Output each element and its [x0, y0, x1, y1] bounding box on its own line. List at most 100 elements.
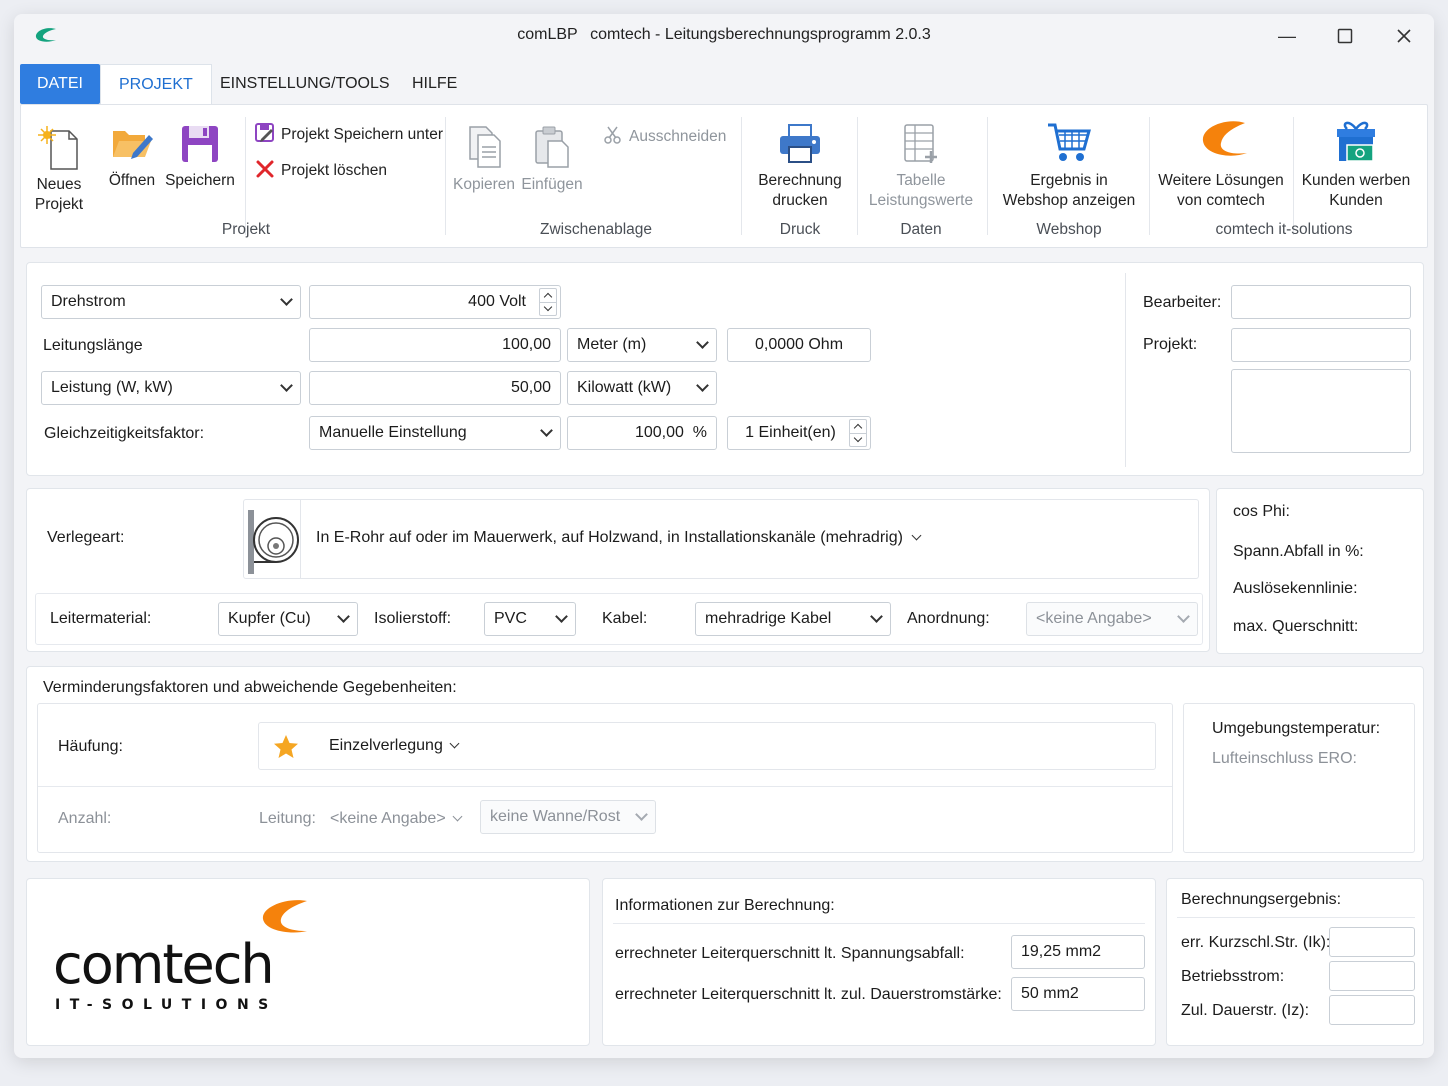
- continuous-current-output: [1329, 995, 1415, 1025]
- tab-datei[interactable]: DATEI: [20, 64, 100, 104]
- simultaneity-percent-input[interactable]: 100,00 %: [567, 416, 717, 450]
- current-type-select[interactable]: Drehstrom: [41, 285, 301, 319]
- grouping-value: Einzelverlegung: [329, 737, 443, 754]
- menu-bar: DATEI PROJEKT EINSTELLUNG/TOOLS HILFE: [20, 62, 1420, 106]
- reduction-factors-title: Verminderungsfaktoren und abweichende Ge…: [43, 679, 457, 696]
- floppy-disk-icon: [182, 126, 218, 162]
- print-label-1: Berechnung: [758, 172, 842, 189]
- table-performance-button[interactable]: Tabelle Leistungswerte: [863, 123, 979, 211]
- more-solutions-label-2: von comtech: [1177, 192, 1265, 209]
- app-short-name: comLBP: [517, 26, 578, 43]
- tab-einstellung-tools[interactable]: EINSTELLUNG/TOOLS: [202, 64, 408, 104]
- cross-section-current-label: errechneter Leiterquerschnitt lt. zul. D…: [615, 986, 1002, 1003]
- open-button[interactable]: Öffnen: [101, 123, 163, 191]
- voltage-spinner[interactable]: [539, 288, 557, 316]
- conductor-material-select[interactable]: Kupfer (Cu): [218, 602, 358, 636]
- tab-projekt[interactable]: PROJEKT: [100, 64, 212, 106]
- grouping-text: Einzelverlegung: [329, 737, 460, 755]
- installation-type-select[interactable]: In E-Rohr auf oder im Mauerwerk, auf Hol…: [243, 499, 1199, 579]
- editor-label: Bearbeiter:: [1143, 294, 1222, 311]
- installation-panel: Verlegeart: In E-Rohr auf oder im Mauerw…: [26, 488, 1210, 652]
- group-label-daten: Daten: [900, 221, 942, 238]
- calculation-result-panel: Berechnungsergebnis: err. Kurzschl.Str. …: [1166, 878, 1424, 1046]
- new-project-label-2: Projekt: [34, 196, 84, 213]
- cut-button[interactable]: Ausschneiden: [603, 125, 726, 146]
- webshop-button[interactable]: Ergebnis in Webshop anzeigen: [995, 121, 1143, 211]
- installation-type-value: In E-Rohr auf oder im Mauerwerk, auf Hol…: [316, 529, 903, 546]
- arrangement-select[interactable]: <keine Angabe>: [1026, 602, 1198, 636]
- simultaneity-mode-value: Manuelle Einstellung: [319, 424, 467, 441]
- paste-button[interactable]: Einfügen: [521, 125, 583, 195]
- cable-select[interactable]: mehradrige Kabel: [695, 602, 891, 636]
- short-circuit-label: err. Kurzschl.Str. (Ik):: [1181, 934, 1331, 951]
- maximize-icon[interactable]: [1332, 24, 1358, 48]
- project-input[interactable]: [1231, 328, 1411, 362]
- group-label-webshop: Webshop: [1036, 221, 1102, 238]
- operating-current-label: Betriebsstrom:: [1181, 968, 1285, 985]
- table-label-2: Leistungswerte: [868, 192, 974, 209]
- refer-customers-button[interactable]: Kunden werben Kunden: [1299, 119, 1413, 211]
- new-project-button[interactable]: Neues Projekt: [31, 125, 87, 215]
- current-type-value: Drehstrom: [51, 293, 126, 310]
- power-unit-value: Kilowatt (kW): [577, 379, 672, 396]
- cable-label: Kabel:: [602, 610, 648, 627]
- editor-input[interactable]: [1231, 285, 1411, 319]
- shopping-cart-icon: [1048, 123, 1091, 161]
- units-spinner[interactable]: [849, 419, 867, 447]
- max-cross-section-label: max. Querschnitt:: [1233, 618, 1359, 635]
- air-inclusion-label: Lufteinschluss ERO:: [1212, 750, 1357, 767]
- simultaneity-percent-value: 100,00 %: [634, 424, 707, 441]
- close-icon[interactable]: [1391, 24, 1417, 48]
- save-as-button[interactable]: Projekt Speichern unter: [255, 123, 443, 144]
- tray-value: keine Wanne/Rost: [490, 808, 621, 825]
- power-input[interactable]: 50,00: [309, 371, 561, 405]
- copy-button[interactable]: Kopieren: [453, 125, 515, 195]
- line-length-input[interactable]: 100,00: [309, 328, 561, 362]
- table-icon: [904, 124, 937, 163]
- more-solutions-button[interactable]: Weitere Lösungen von comtech: [1155, 119, 1287, 211]
- line-length-label: Leitungslänge: [43, 337, 143, 354]
- window-title: comLBP comtech - Leitungsberechnungsprog…: [14, 26, 1434, 44]
- insulation-select[interactable]: PVC: [484, 602, 576, 636]
- short-circuit-output: [1329, 927, 1415, 957]
- insulation-value: PVC: [494, 610, 527, 627]
- project-label: Projekt:: [1143, 336, 1198, 353]
- grouping-select[interactable]: Einzelverlegung: [258, 722, 1156, 770]
- project-notes-input[interactable]: [1231, 369, 1411, 453]
- tab-hilfe[interactable]: HILFE: [394, 64, 475, 104]
- units-input[interactable]: 1 Einheit(en): [727, 416, 871, 450]
- cross-section-current-value: 50 mm2: [1021, 985, 1079, 1002]
- trip-curve-label: Auslösekennlinie:: [1233, 580, 1358, 597]
- printer-icon: [780, 124, 820, 163]
- open-label: Öffnen: [108, 172, 156, 189]
- voltage-input[interactable]: 400 Volt: [309, 285, 561, 319]
- logo-panel: comtech IT-SOLUTIONS: [26, 878, 590, 1046]
- simultaneity-mode-select[interactable]: Manuelle Einstellung: [309, 416, 561, 450]
- minimize-icon[interactable]: —: [1274, 24, 1300, 48]
- print-label-2: drucken: [772, 192, 828, 209]
- conduit-icon: [248, 510, 299, 574]
- power-type-select[interactable]: Leistung (W, kW): [41, 371, 301, 405]
- comtech-wordmark: comtech: [53, 933, 275, 996]
- group-label-comtech: comtech it-solutions: [1215, 221, 1353, 238]
- cut-label: Ausschneiden: [629, 128, 727, 145]
- tray-select[interactable]: keine Wanne/Rost: [480, 800, 656, 834]
- save-as-label: Projekt Speichern unter: [281, 126, 443, 143]
- power-unit-select[interactable]: Kilowatt (kW): [567, 371, 717, 405]
- power-value: 50,00: [510, 379, 551, 396]
- insulation-label: Isolierstoff:: [374, 610, 452, 627]
- voltage-value: 400 Volt: [468, 293, 526, 310]
- cable-value: mehradrige Kabel: [705, 610, 832, 627]
- comtech-logo-icon: [1202, 121, 1247, 156]
- group-label-zwischenablage: Zwischenablage: [539, 221, 652, 238]
- paste-icon: [535, 126, 569, 168]
- delete-project-button[interactable]: Projekt löschen: [255, 159, 387, 180]
- arrangement-label: Anordnung:: [907, 610, 990, 627]
- print-calculation-button[interactable]: Berechnung drucken: [749, 123, 851, 211]
- save-button[interactable]: Speichern: [165, 123, 235, 191]
- line-select[interactable]: <keine Angabe>: [330, 810, 463, 828]
- gift-money-icon: [1337, 121, 1375, 162]
- length-unit-select[interactable]: Meter (m): [567, 328, 717, 362]
- count-label: Anzahl:: [58, 810, 112, 827]
- calculation-info-title: Informationen zur Berechnung:: [615, 897, 835, 914]
